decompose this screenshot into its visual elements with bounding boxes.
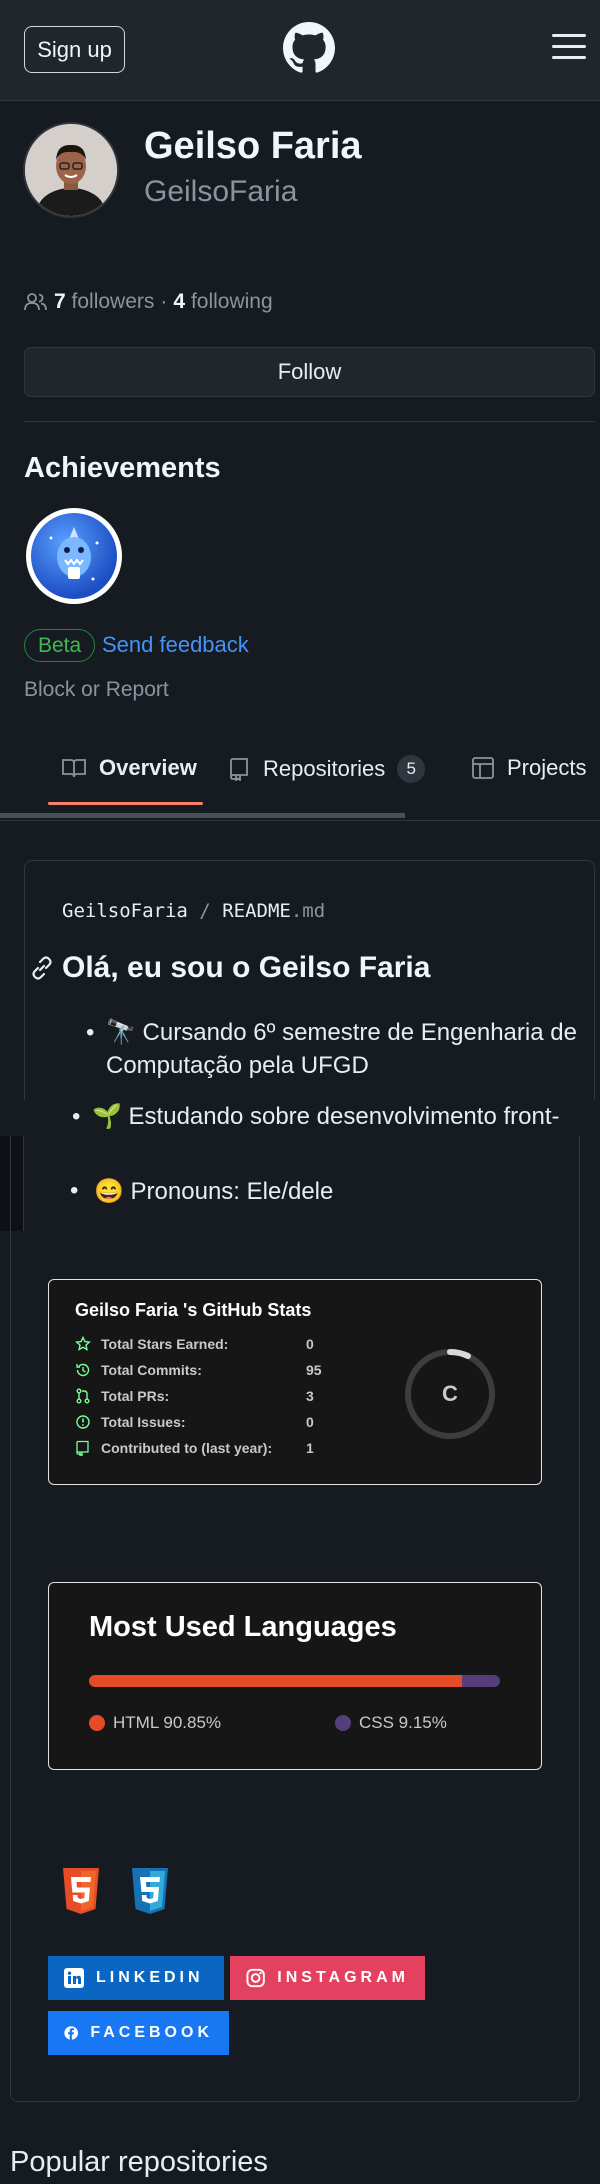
css3-icon (132, 1868, 168, 1914)
readme-file-link[interactable]: README (222, 900, 291, 922)
stats-title: Geilso Faria 's GitHub Stats (75, 1300, 312, 1320)
readme-heading: Olá, eu sou o Geilso Faria (62, 951, 431, 984)
language-item-css: CSS 9.15% (335, 1713, 447, 1733)
profile-name: Geilso Faria (144, 125, 362, 167)
github-logo-icon[interactable] (283, 22, 335, 74)
languages-bar (89, 1675, 500, 1687)
people-icon (24, 293, 47, 311)
popular-repositories-title: Popular repositories (10, 2146, 268, 2178)
stat-value: 1 (306, 1440, 314, 1456)
language-bar-segment-html (89, 1675, 463, 1687)
block-or-report-link[interactable]: Block or Report (24, 678, 169, 702)
list-item: 🔭 Cursando 6º semestre de Engenharia de … (86, 1016, 586, 1082)
stat-value: 95 (306, 1362, 322, 1378)
book-icon (62, 759, 86, 778)
facebook-icon (64, 2026, 78, 2041)
repo-icon (76, 1440, 89, 1456)
list-item: 😄 Pronouns: Ele/dele (70, 1177, 333, 1206)
stat-row: Total Commits: (75, 1362, 331, 1378)
following-link[interactable]: 4 following (173, 290, 272, 314)
achievements-title: Achievements (24, 452, 221, 484)
profile-tabs: Overview Repositories 5 Projects (0, 740, 600, 821)
language-item-html: HTML 90.85% (89, 1713, 221, 1733)
stat-row: Total PRs: (75, 1388, 331, 1404)
linkedin-icon (64, 1968, 84, 1988)
tab-repositories[interactable]: Repositories 5 (229, 755, 426, 783)
stat-row: Contributed to (last year): (75, 1440, 331, 1456)
beta-label: Beta (24, 629, 96, 662)
followers-row: 7 followers · 4 following (24, 290, 273, 314)
rank-ring: C (405, 1348, 495, 1439)
languages-title: Most Used Languages (89, 1611, 397, 1643)
tabs-scrollbar[interactable] (0, 813, 405, 818)
instagram-badge[interactable]: INSTAGRAM (230, 1956, 425, 2000)
divider (0, 820, 600, 821)
issue-icon (76, 1415, 90, 1429)
sign-up-button[interactable]: Sign up (24, 26, 125, 73)
rank-letter: C (442, 1381, 458, 1406)
html-color-dot (89, 1715, 105, 1731)
tab-projects[interactable]: Projects (471, 755, 586, 781)
star-icon (75, 1336, 91, 1351)
instagram-icon (246, 1968, 265, 1988)
achievement-badge[interactable] (26, 508, 122, 604)
send-feedback-link[interactable]: Send feedback (102, 632, 249, 658)
repositories-count: 5 (397, 755, 426, 783)
followers-link[interactable]: 7 followers (54, 290, 154, 314)
readme-path: GeilsoFaria / README.md (62, 900, 326, 922)
css-color-dot (335, 1715, 351, 1731)
facebook-badge[interactable]: FACEBOOK (48, 2011, 229, 2055)
stat-value: 3 (306, 1388, 314, 1404)
dot-separator: · (160, 290, 168, 313)
hamburger-menu-icon[interactable] (552, 34, 586, 62)
linkedin-badge[interactable]: LINKEDIN (48, 1956, 224, 2000)
divider (24, 421, 595, 422)
readme-list-continued: 😄 Pronouns: Ele/dele (70, 1177, 333, 1206)
profile-login: GeilsoFaria (144, 175, 298, 208)
language-bar-segment-css (462, 1675, 500, 1687)
github-stats-card[interactable]: Geilso Faria 's GitHub Stats Total Stars… (48, 1279, 542, 1485)
avatar[interactable] (23, 122, 119, 218)
stat-value: 0 (306, 1336, 314, 1352)
html5-icon (63, 1868, 99, 1914)
active-tab-indicator (48, 802, 203, 805)
stat-value: 0 (306, 1414, 314, 1430)
pull-request-icon (76, 1388, 90, 1404)
table-icon (472, 757, 494, 779)
readme-owner-link[interactable]: GeilsoFaria (62, 900, 188, 922)
follow-button[interactable]: Follow (24, 347, 595, 397)
most-used-languages-card[interactable]: Most Used Languages HTML 90.85% CSS 9.15… (48, 1582, 542, 1770)
history-icon (76, 1363, 90, 1377)
repo-icon (230, 758, 248, 781)
link-icon[interactable] (30, 956, 54, 980)
tab-overview[interactable]: Overview (61, 755, 197, 781)
stat-row: Total Issues: (75, 1414, 331, 1430)
stat-row: Total Stars Earned: (75, 1336, 331, 1352)
